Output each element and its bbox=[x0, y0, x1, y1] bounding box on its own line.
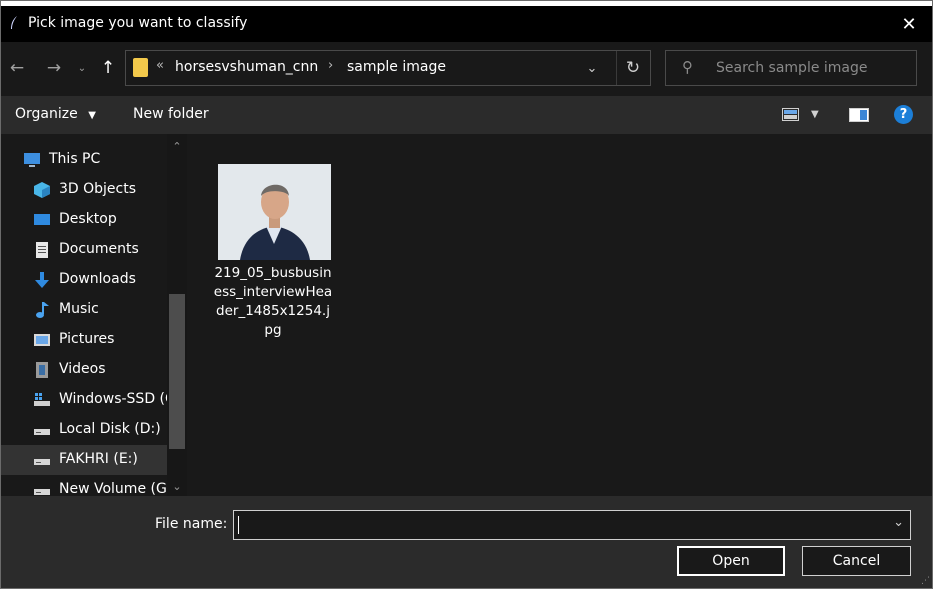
file-name-label: File name: bbox=[155, 516, 228, 532]
breadcrumb-separator-icon[interactable]: › bbox=[328, 58, 333, 73]
downloads-icon bbox=[35, 272, 49, 288]
file-list: 219_05_busbusiness_interviewHeader_1485x… bbox=[188, 134, 932, 496]
music-icon bbox=[36, 302, 49, 318]
file-name-field[interactable]: ⌄ bbox=[233, 510, 911, 540]
folder-icon bbox=[133, 58, 148, 77]
nav-item-label: Videos bbox=[59, 361, 106, 377]
cancel-button[interactable]: Cancel bbox=[802, 546, 911, 576]
caret-down-icon: ▼ bbox=[88, 110, 96, 121]
nav-item-label: Windows-SSD (C bbox=[59, 391, 175, 407]
breadcrumb-item[interactable]: sample image bbox=[347, 59, 446, 75]
up-button[interactable]: ↑ bbox=[97, 57, 119, 79]
chevron-down-icon: ⌄ bbox=[77, 62, 87, 74]
desktop-icon bbox=[34, 214, 50, 225]
view-dropdown-icon[interactable]: ▼ bbox=[811, 109, 819, 120]
nav-item-label: Documents bbox=[59, 241, 139, 257]
new-folder-button[interactable]: New folder bbox=[133, 106, 209, 122]
navigation-pane: This PC 3D Objects Desktop Documents Dow… bbox=[1, 134, 188, 496]
arrow-left-icon: ← bbox=[9, 58, 25, 78]
chevron-down-icon[interactable]: ⌄ bbox=[893, 515, 904, 530]
feather-icon bbox=[11, 16, 17, 29]
scrollbar-thumb[interactable] bbox=[169, 294, 185, 449]
nav-item-new-volume-g[interactable]: New Volume (G: bbox=[1, 475, 172, 496]
file-open-dialog: Pick image you want to classify ✕ ← → ⌄ … bbox=[0, 0, 933, 589]
resize-grip-icon[interactable]: ⋰ bbox=[921, 576, 930, 586]
chevron-down-icon: ⌄ bbox=[586, 60, 598, 76]
nav-item-label: Local Disk (D:) bbox=[59, 421, 161, 437]
scroll-down-icon[interactable]: ⌄ bbox=[167, 476, 187, 496]
address-bar[interactable]: « horsesvshuman_cnn › sample image ⌄ ↻ bbox=[125, 50, 651, 86]
search-icon: ⚲ bbox=[682, 58, 693, 76]
photo-thumbnail-image bbox=[218, 164, 331, 260]
view-options-icon[interactable] bbox=[782, 108, 799, 121]
organize-button[interactable]: Organize ▼ bbox=[15, 106, 96, 122]
nav-item-label: Downloads bbox=[59, 271, 136, 287]
nav-item-label: Desktop bbox=[59, 211, 117, 227]
nav-item-local-disk-d[interactable]: Local Disk (D:) bbox=[1, 415, 167, 445]
back-button[interactable]: ← bbox=[6, 57, 28, 79]
scroll-up-icon[interactable]: ⌃ bbox=[167, 136, 187, 156]
this-pc-icon bbox=[24, 153, 40, 167]
dialog-footer: File name: ⌄ Open Cancel ⋰ bbox=[1, 496, 932, 588]
search-box[interactable]: ⚲ Search sample image bbox=[665, 50, 917, 86]
address-dropdown-button[interactable]: ⌄ bbox=[580, 57, 604, 79]
title-bar[interactable]: Pick image you want to classify ✕ bbox=[1, 6, 932, 42]
nav-item-label: New Volume (G: bbox=[59, 481, 172, 496]
nav-item-label: FAKHRI (E:) bbox=[59, 451, 138, 467]
documents-icon bbox=[36, 242, 48, 258]
address-row: ← → ⌄ ↑ « horsesvshuman_cnn › sample ima… bbox=[1, 42, 932, 96]
recent-locations-button[interactable]: ⌄ bbox=[73, 57, 91, 79]
open-button[interactable]: Open bbox=[677, 546, 785, 576]
nav-item-3d-objects[interactable]: 3D Objects bbox=[1, 175, 167, 205]
breadcrumb-overflow[interactable]: « bbox=[156, 58, 164, 73]
3d-objects-icon bbox=[34, 182, 50, 198]
forward-button[interactable]: → bbox=[43, 57, 65, 79]
nav-item-fakhri-e[interactable]: FAKHRI (E:) bbox=[1, 445, 167, 475]
preview-pane-icon[interactable] bbox=[849, 108, 869, 122]
nav-item-pictures[interactable]: Pictures bbox=[1, 325, 167, 355]
nav-item-documents[interactable]: Documents bbox=[1, 235, 167, 265]
system-drive-icon bbox=[34, 393, 50, 406]
help-icon[interactable]: ? bbox=[894, 105, 913, 124]
pictures-icon bbox=[34, 334, 50, 346]
command-bar: Organize ▼ New folder ▼ ? bbox=[1, 96, 932, 134]
text-caret bbox=[238, 516, 239, 534]
breadcrumb-item[interactable]: horsesvshuman_cnn bbox=[175, 59, 318, 75]
file-item[interactable]: 219_05_busbusiness_interviewHeader_1485x… bbox=[212, 160, 334, 350]
file-name: 219_05_busbusiness_interviewHeader_1485x… bbox=[213, 265, 333, 338]
organize-label: Organize bbox=[15, 106, 78, 122]
nav-item-desktop[interactable]: Desktop bbox=[1, 205, 167, 235]
close-icon: ✕ bbox=[901, 13, 917, 35]
nav-item-windows-ssd[interactable]: Windows-SSD (C bbox=[1, 385, 175, 415]
search-input[interactable]: Search sample image bbox=[716, 60, 868, 76]
window-title: Pick image you want to classify bbox=[28, 15, 248, 31]
nav-item-videos[interactable]: Videos bbox=[1, 355, 167, 385]
refresh-button[interactable]: ↻ bbox=[616, 51, 649, 85]
drive-icon bbox=[34, 459, 50, 465]
nav-item-label: Pictures bbox=[59, 331, 115, 347]
arrow-right-icon: → bbox=[46, 58, 62, 78]
nav-scrollbar[interactable]: ⌃ ⌄ bbox=[167, 134, 187, 496]
nav-item-label: Music bbox=[59, 301, 99, 317]
nav-item-downloads[interactable]: Downloads bbox=[1, 265, 167, 295]
videos-icon bbox=[36, 362, 48, 378]
nav-item-label: This PC bbox=[49, 151, 101, 167]
nav-item-this-pc[interactable]: This PC bbox=[1, 145, 167, 175]
close-button[interactable]: ✕ bbox=[886, 6, 932, 42]
photo-thumbnail bbox=[218, 164, 331, 260]
arrow-up-icon: ↑ bbox=[100, 58, 116, 78]
refresh-icon: ↻ bbox=[625, 58, 641, 78]
drive-icon bbox=[34, 429, 50, 435]
drive-icon bbox=[34, 489, 50, 495]
nav-item-music[interactable]: Music bbox=[1, 295, 167, 325]
nav-item-label: 3D Objects bbox=[59, 181, 137, 197]
